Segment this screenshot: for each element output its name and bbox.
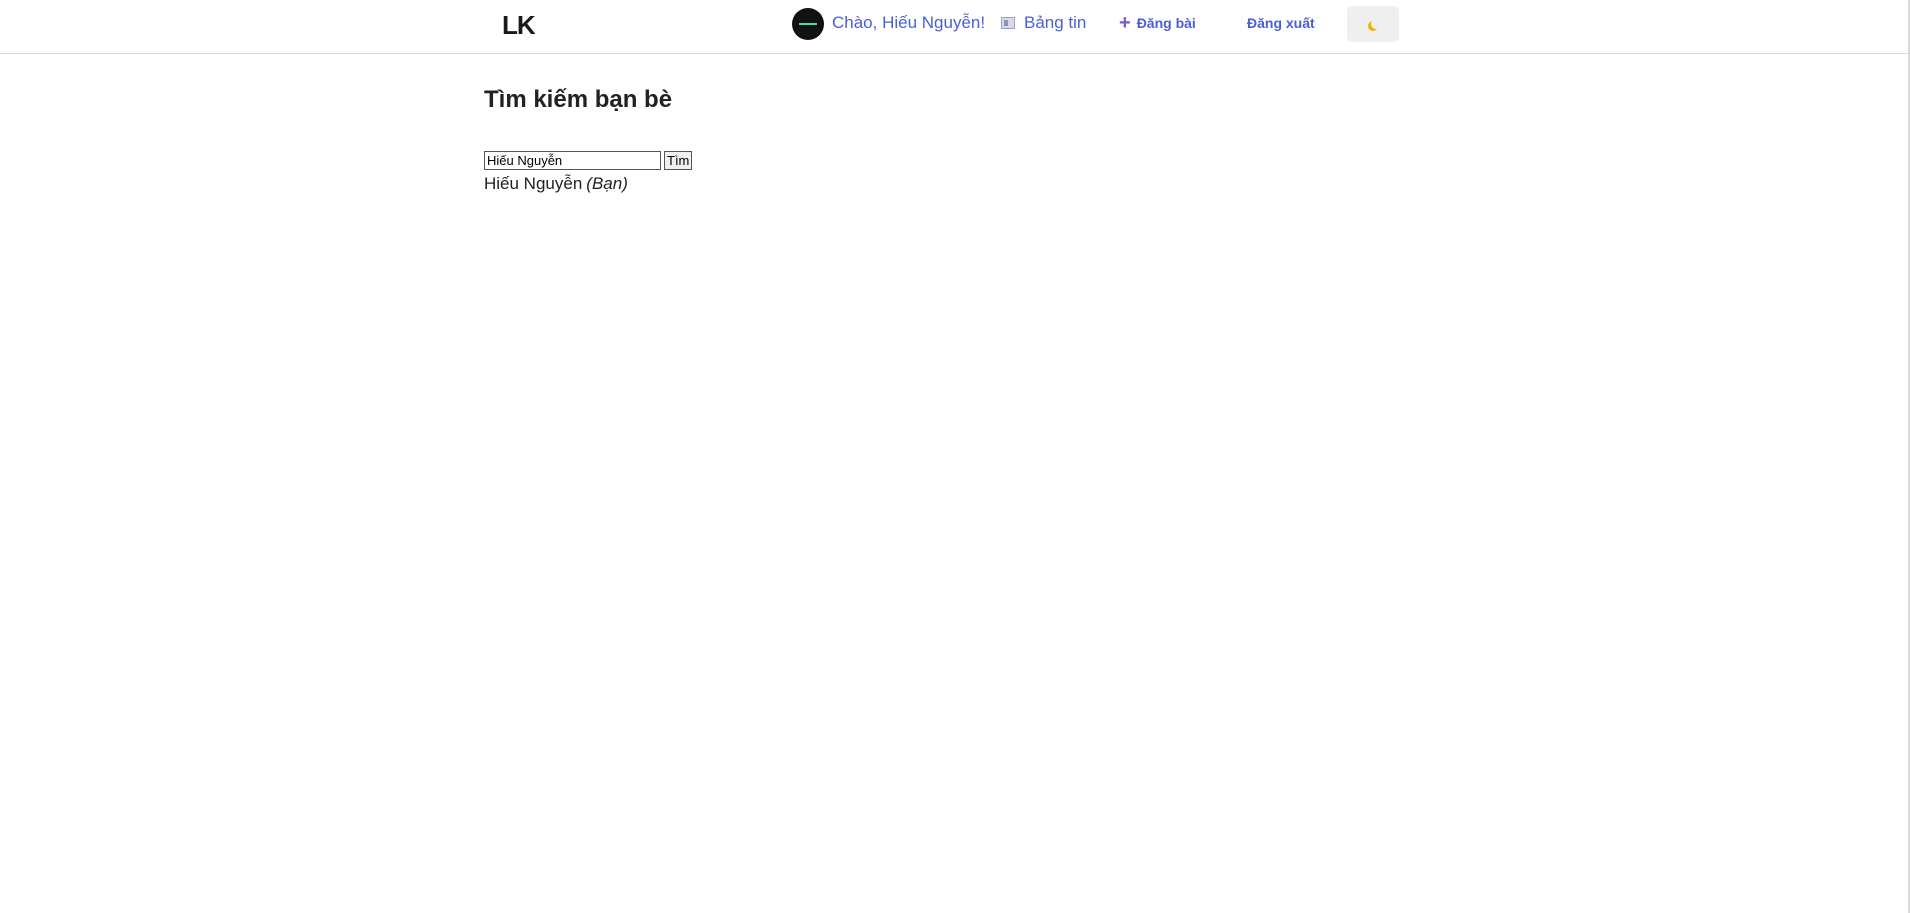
nav-feed-label: Bảng tin	[1024, 13, 1087, 32]
moon-icon	[1371, 19, 1381, 29]
list-item[interactable]: Hiếu Nguyễn (Bạn)	[484, 174, 628, 194]
search-form: Tìm	[484, 151, 693, 170]
result-name: Hiếu Nguyễn	[484, 174, 583, 193]
page-title: Tìm kiếm bạn bè	[484, 86, 673, 113]
newspaper-icon	[1001, 17, 1015, 29]
logout-button[interactable]: Đăng xuất	[1247, 15, 1315, 31]
user-avatar[interactable]	[792, 8, 824, 40]
nav-post-button[interactable]: + Đăng bài	[1119, 12, 1196, 34]
search-button[interactable]: Tìm	[664, 151, 693, 170]
greeting-link[interactable]: Chào, Hiếu Nguyễn!	[832, 13, 985, 33]
search-input[interactable]	[484, 151, 661, 170]
nav-post-label: Đăng bài	[1136, 15, 1196, 31]
site-logo[interactable]: LK	[502, 10, 536, 41]
plus-icon: +	[1119, 12, 1131, 34]
nav-feed-link[interactable]: Bảng tin	[1001, 13, 1086, 33]
result-note: (Bạn)	[586, 174, 628, 193]
top-navbar: LK Chào, Hiếu Nguyễn! Bảng tin + Đăng bà…	[0, 0, 1908, 54]
main-content: Tìm kiếm bạn bè Tìm Hiếu Nguyễn(Bạn)	[484, 86, 693, 193]
theme-toggle-button[interactable]	[1347, 6, 1399, 42]
